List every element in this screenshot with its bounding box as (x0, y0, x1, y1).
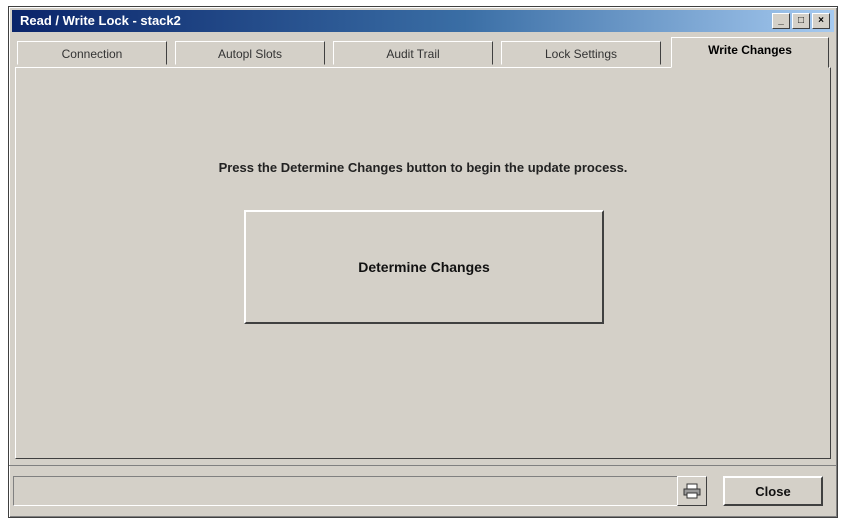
close-window-button[interactable]: × (812, 13, 830, 29)
title-bar: Read / Write Lock - stack2 _ □ × (12, 10, 834, 32)
window-title: Read / Write Lock - stack2 (20, 13, 181, 28)
print-button[interactable] (677, 476, 707, 506)
bottom-bar: Close (9, 465, 837, 516)
window-controls: _ □ × (772, 13, 830, 29)
minimize-button[interactable]: _ (772, 13, 790, 29)
instruction-text: Press the Determine Changes button to be… (218, 160, 628, 175)
printer-icon (683, 483, 701, 499)
tab-panel-write-changes: Press the Determine Changes button to be… (15, 67, 831, 459)
tab-strip: Connection Autopl Slots Audit Trail Lock… (15, 37, 831, 68)
tab-audit-trail[interactable]: Audit Trail (333, 41, 493, 65)
close-button[interactable]: Close (723, 476, 823, 506)
tab-lock-settings[interactable]: Lock Settings (501, 41, 661, 65)
tab-autopl-slots[interactable]: Autopl Slots (175, 41, 325, 65)
maximize-button[interactable]: □ (792, 13, 810, 29)
status-box (13, 476, 701, 506)
tab-write-changes[interactable]: Write Changes (671, 37, 829, 68)
dialog-window: Read / Write Lock - stack2 _ □ × Connect… (8, 6, 838, 518)
tab-connection[interactable]: Connection (17, 41, 167, 65)
determine-changes-button[interactable]: Determine Changes (244, 210, 604, 324)
